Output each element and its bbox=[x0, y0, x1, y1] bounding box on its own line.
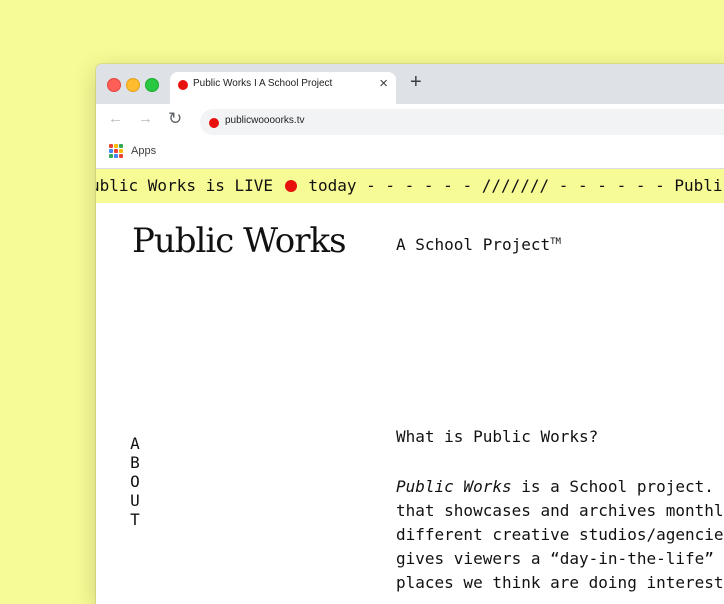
reload-icon[interactable]: ↻ bbox=[168, 109, 182, 129]
browser-toolbar: ← → ↻ publicwoooorks.tv bbox=[96, 104, 724, 138]
body-line: different creative studios/agencies bbox=[396, 525, 724, 544]
about-nav-link[interactable]: ABOUT bbox=[129, 434, 141, 529]
body-line: Public Works is a School project. I bbox=[396, 475, 724, 499]
section-heading: What is Public Works? bbox=[396, 427, 599, 446]
back-arrow-icon[interactable]: ← bbox=[108, 110, 123, 127]
close-window-button[interactable] bbox=[107, 78, 121, 92]
tab-active[interactable]: Public Works I A School Project × bbox=[170, 72, 396, 104]
about-body: Public Works is a School project. I that… bbox=[396, 475, 724, 595]
ticker-text-start: ublic Works is LIVE bbox=[96, 176, 274, 195]
forward-arrow-icon[interactable]: → bbox=[138, 110, 153, 127]
tab-title: Public Works I A School Project bbox=[193, 78, 333, 89]
tagline: A School ProjectTM bbox=[396, 235, 561, 254]
address-url[interactable]: publicwoooorks.tv bbox=[225, 115, 304, 126]
page-content: Public Works A School ProjectTM ABOUT Wh… bbox=[96, 203, 724, 604]
body-line: gives viewers a “day-in-the-life” p bbox=[396, 549, 724, 568]
browser-window: Public Works I A School Project × + ← → … bbox=[96, 64, 724, 604]
favicon-icon bbox=[178, 80, 188, 90]
site-title[interactable]: Public Works bbox=[132, 221, 347, 261]
tagline-text: A School Project bbox=[396, 235, 551, 254]
site-favicon-icon bbox=[209, 118, 219, 128]
live-ticker: ublic Works is LIVE today - - - - - - //… bbox=[96, 169, 724, 203]
new-tab-button[interactable]: + bbox=[410, 71, 422, 94]
ticker-text-end: today - - - - - - /////// - - - - - - Pu… bbox=[308, 176, 724, 195]
live-dot-icon bbox=[284, 180, 297, 192]
body-line-1-rest: is a School project. I bbox=[511, 477, 724, 496]
minimize-window-button[interactable] bbox=[126, 78, 140, 92]
bookmarks-bar: Apps bbox=[96, 138, 724, 169]
body-line: places we think are doing interesti bbox=[396, 573, 724, 592]
trademark-mark: TM bbox=[550, 237, 561, 247]
address-bar[interactable]: publicwoooorks.tv bbox=[200, 109, 724, 135]
bookmark-apps[interactable]: Apps bbox=[131, 145, 156, 157]
close-tab-icon[interactable]: × bbox=[379, 75, 388, 92]
tab-strip: Public Works I A School Project × + bbox=[96, 64, 724, 104]
body-italic-title: Public Works bbox=[396, 477, 512, 496]
body-line: that showcases and archives monthly bbox=[396, 501, 724, 520]
apps-grid-icon[interactable] bbox=[109, 144, 123, 158]
maximize-window-button[interactable] bbox=[145, 78, 159, 92]
